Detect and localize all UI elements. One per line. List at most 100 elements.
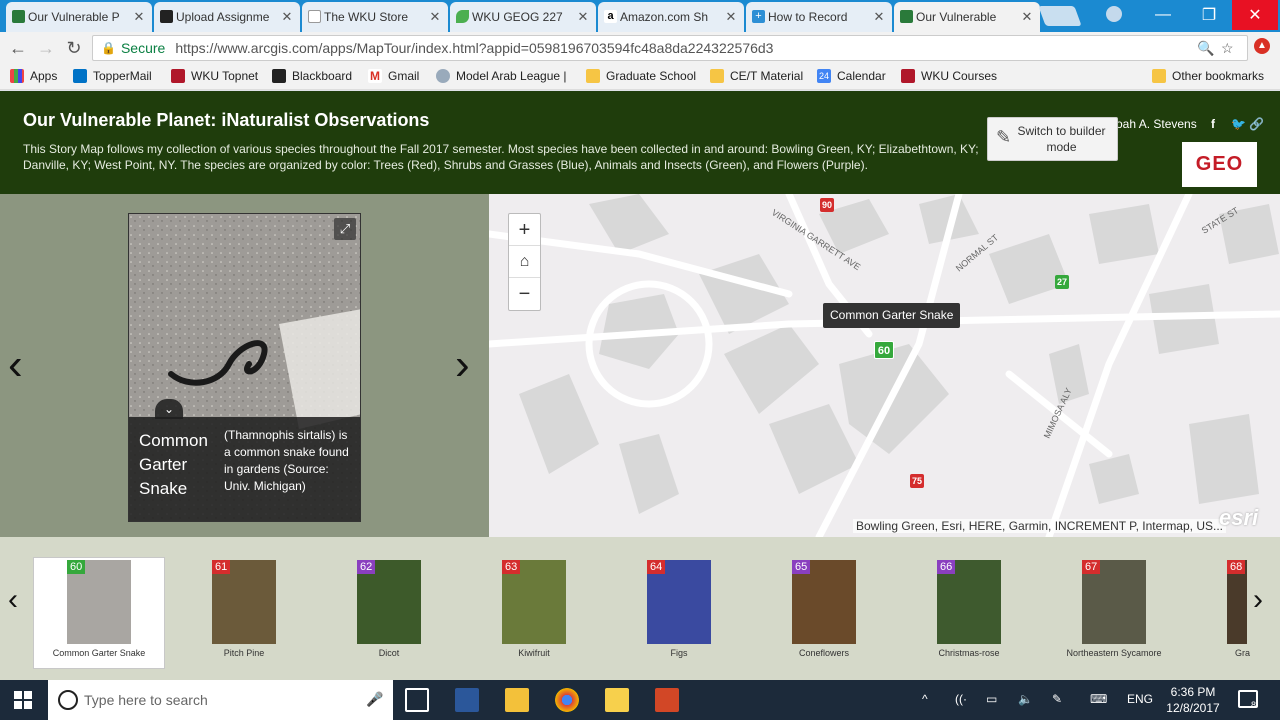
- close-tab-icon[interactable]: ✕: [132, 9, 146, 25]
- reload-icon[interactable]: ↻: [63, 37, 85, 59]
- bookmark-toppermail[interactable]: TopperMail: [73, 69, 152, 83]
- carousel-label: Christmas-rose: [938, 648, 1000, 658]
- zoom-out-button[interactable]: −: [509, 278, 540, 310]
- carousel-item[interactable]: 62: [357, 560, 421, 644]
- bookmark-model-arab-league[interactable]: Model Arab League |: [436, 69, 567, 83]
- folder-icon: [1152, 69, 1166, 83]
- zoom-icon[interactable]: 🔍: [1197, 40, 1214, 57]
- carousel-item[interactable]: 65: [792, 560, 856, 644]
- home-icon[interactable]: ⌂: [509, 246, 540, 278]
- powerpoint-icon[interactable]: [655, 688, 679, 712]
- carousel-item[interactable]: 68: [1227, 560, 1280, 644]
- file-explorer-icon[interactable]: [505, 688, 529, 712]
- zoom-in-button[interactable]: +: [509, 214, 540, 246]
- new-tab-button[interactable]: [1038, 6, 1082, 26]
- carousel-item[interactable]: 67: [1082, 560, 1146, 644]
- twitter-icon[interactable]: 🐦: [1231, 117, 1246, 131]
- address-bar[interactable]: 🔒 Secure https://www.arcgis.com/apps/Map…: [92, 35, 1248, 61]
- taskbar-search-input[interactable]: Type here to search 🎤: [48, 680, 393, 720]
- pen-icon[interactable]: ✎: [1052, 692, 1062, 706]
- next-arrow-icon[interactable]: ›: [455, 340, 470, 390]
- carousel-number: 66: [937, 560, 956, 574]
- browser-tab-active[interactable]: Our Vulnerable ✕: [894, 2, 1040, 32]
- apps-grid-icon: [10, 69, 24, 83]
- close-tab-icon[interactable]: ✕: [428, 9, 442, 25]
- builder-mode-button[interactable]: ✎ Switch to builder mode: [987, 117, 1118, 161]
- chevron-up-icon[interactable]: ^: [922, 692, 928, 706]
- language-indicator[interactable]: ENG: [1127, 692, 1153, 706]
- browser-tab[interactable]: a Amazon.com Sh ✕: [598, 2, 744, 32]
- bookmark-cet-material[interactable]: CE/T Material: [710, 69, 803, 83]
- carousel-item[interactable]: 61: [212, 560, 276, 644]
- forward-icon[interactable]: →: [35, 37, 57, 59]
- carousel-item[interactable]: 66: [937, 560, 1001, 644]
- extension-icon[interactable]: ▲: [1254, 38, 1270, 54]
- keyboard-icon[interactable]: ⌨: [1090, 692, 1107, 706]
- close-tab-icon[interactable]: ✕: [724, 9, 738, 25]
- bookmark-apps[interactable]: Apps: [10, 69, 57, 83]
- minimize-button[interactable]: —: [1140, 0, 1186, 30]
- browser-tab[interactable]: The WKU Store ✕: [302, 2, 448, 32]
- star-icon[interactable]: ☆: [1221, 40, 1234, 57]
- close-window-button[interactable]: ✕: [1232, 0, 1278, 30]
- chrome-icon[interactable]: [555, 688, 579, 712]
- browser-tab-strip: Our Vulnerable P ✕ Upload Assignme ✕ The…: [0, 0, 1280, 32]
- map-view[interactable]: VIRGINIA GARRETT AVE NORMAL ST STATE ST …: [489, 194, 1280, 537]
- browser-tab[interactable]: + How to Record ✕: [746, 2, 892, 32]
- map-pin-selected[interactable]: 60: [874, 341, 894, 359]
- close-tab-icon[interactable]: ✕: [872, 9, 886, 25]
- browser-tab[interactable]: WKU GEOG 227 ✕: [450, 2, 596, 32]
- notifications-icon[interactable]: 8: [1238, 690, 1258, 710]
- facebook-icon[interactable]: f: [1211, 117, 1215, 131]
- expand-icon[interactable]: ⤢: [334, 218, 356, 240]
- browser-tab[interactable]: Our Vulnerable P ✕: [6, 2, 152, 32]
- profile-icon[interactable]: [1106, 6, 1122, 22]
- link-icon[interactable]: 🔗: [1249, 117, 1264, 131]
- bookmark-calendar[interactable]: 24 Calendar: [817, 69, 886, 83]
- restore-button[interactable]: ❐: [1186, 0, 1232, 30]
- close-tab-icon[interactable]: ✕: [1020, 9, 1034, 25]
- previous-arrow-icon[interactable]: ‹: [8, 340, 23, 390]
- carousel-label: Figs: [670, 648, 688, 658]
- system-clock[interactable]: 6:36 PM 12/8/2017: [1163, 684, 1223, 716]
- battery-icon[interactable]: ▭: [986, 692, 997, 706]
- clock-time: 6:36 PM: [1170, 685, 1216, 699]
- browser-toolbar: ← → ↻ 🔒 Secure https://www.arcgis.com/ap…: [0, 32, 1280, 64]
- tab-title: Our Vulnerable: [916, 10, 997, 24]
- close-tab-icon[interactable]: ✕: [576, 9, 590, 25]
- back-icon[interactable]: ←: [7, 37, 29, 59]
- folder-icon: [586, 69, 600, 83]
- browser-tab[interactable]: Upload Assignme ✕: [154, 2, 300, 32]
- volume-icon[interactable]: 🔈: [1018, 692, 1033, 706]
- carousel-item[interactable]: 63: [502, 560, 566, 644]
- windows-start-icon[interactable]: [14, 691, 32, 709]
- clock-date: 12/8/2017: [1166, 701, 1220, 715]
- carousel-item[interactable]: 64: [647, 560, 711, 644]
- close-tab-icon[interactable]: ✕: [280, 9, 294, 25]
- map-pin[interactable]: 75: [910, 474, 924, 488]
- map-pin[interactable]: 27: [1055, 275, 1069, 289]
- chevron-down-icon[interactable]: ⌄: [155, 399, 183, 419]
- windows-taskbar: Type here to search 🎤 ^ ((· ▭ 🔈 ✎ ⌨ ENG …: [0, 680, 1280, 720]
- url-text: https://www.arcgis.com/apps/MapTour/inde…: [175, 40, 774, 56]
- carousel-number: 67: [1082, 560, 1101, 574]
- bookmark-gmail[interactable]: M Gmail: [368, 69, 419, 83]
- leaf-icon: [456, 10, 469, 23]
- cortana-icon: [58, 690, 78, 710]
- bookmark-blackboard[interactable]: Blackboard: [272, 69, 352, 83]
- carousel-previous-icon[interactable]: ‹: [8, 583, 18, 617]
- bookmark-graduate-school[interactable]: Graduate School: [586, 69, 696, 83]
- carousel-item[interactable]: 60: [67, 560, 131, 644]
- bookmark-other[interactable]: Other bookmarks: [1152, 69, 1264, 83]
- sticky-notes-icon[interactable]: [605, 688, 629, 712]
- task-view-icon[interactable]: [405, 688, 429, 712]
- microphone-icon[interactable]: 🎤: [366, 691, 383, 708]
- carousel-label: Kiwifruit: [518, 648, 550, 658]
- pin-number: 60: [877, 345, 891, 357]
- word-icon[interactable]: [455, 688, 479, 712]
- carousel-number: 64: [647, 560, 666, 574]
- map-pin[interactable]: 90: [820, 198, 834, 212]
- bookmark-wku-topnet[interactable]: WKU Topnet: [171, 69, 258, 83]
- bookmark-wku-courses[interactable]: WKU Courses: [901, 69, 997, 83]
- wifi-icon[interactable]: ((·: [955, 692, 967, 706]
